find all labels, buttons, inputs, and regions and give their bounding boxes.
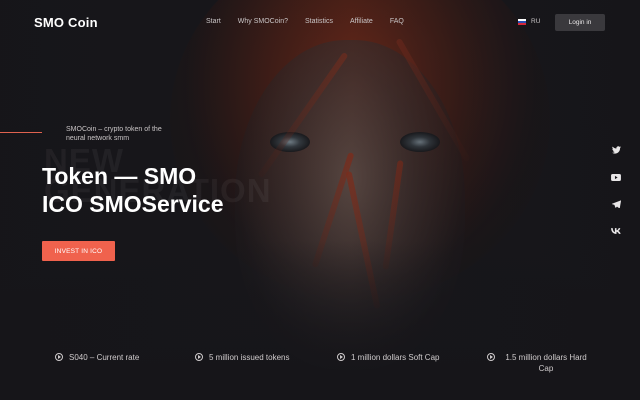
nav-affiliate[interactable]: Affiliate: [350, 18, 373, 25]
nav-why-smocoin[interactable]: Why SMOCoin?: [238, 18, 288, 25]
twitter-icon[interactable]: [610, 144, 622, 156]
hero-title: Token — SMO ICO SMOService: [42, 162, 224, 218]
nav-faq[interactable]: FAQ: [390, 18, 404, 25]
main-nav: Start Why SMOCoin? Statistics Affiliate …: [206, 18, 421, 25]
language-label: RU: [531, 18, 541, 25]
telegram-icon[interactable]: [610, 198, 622, 210]
login-button[interactable]: Login in: [555, 14, 605, 31]
nav-start[interactable]: Start: [206, 18, 221, 25]
hero-title-line-2: ICO SMOService: [42, 191, 224, 217]
hero-tagline: SMOCoin – crypto token of the neural net…: [66, 126, 162, 142]
russia-flag-icon: [518, 18, 526, 25]
stat-item: 1 million dollars Soft Cap: [337, 352, 439, 363]
hero-title-line-1: Token — SMO: [42, 163, 197, 189]
logo[interactable]: SMO Coin: [34, 15, 98, 30]
play-circle-icon: [337, 353, 345, 361]
play-circle-icon: [55, 353, 63, 361]
stat-item: 1.5 million dollars Hard Cap: [487, 352, 597, 374]
invest-in-ico-button[interactable]: INVEST IN ICO: [42, 241, 115, 261]
play-circle-icon: [487, 353, 495, 361]
nav-statistics[interactable]: Statistics: [305, 18, 333, 25]
accent-line: [0, 132, 42, 133]
stat-item: S040 – Current rate: [55, 352, 139, 363]
play-circle-icon: [195, 353, 203, 361]
stat-item: 5 million issued tokens: [195, 352, 289, 363]
youtube-icon[interactable]: [610, 171, 622, 183]
ico-stats: S040 – Current rate 5 million issued tok…: [0, 352, 640, 382]
language-switcher[interactable]: RU: [518, 18, 540, 25]
vk-icon[interactable]: [610, 225, 622, 237]
social-links: [610, 144, 622, 237]
